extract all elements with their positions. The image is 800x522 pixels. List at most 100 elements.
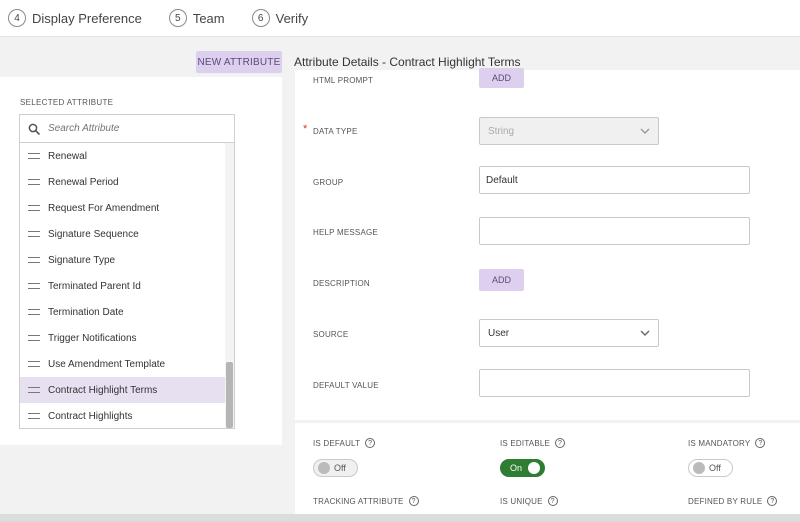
drag-handle-icon[interactable] <box>28 179 40 185</box>
step-verify[interactable]: 6 Verify <box>251 9 309 27</box>
step-display-preference[interactable]: 4 Display Preference <box>8 9 142 27</box>
help-icon[interactable]: ? <box>555 438 566 448</box>
required-marker: * <box>303 123 308 135</box>
attribute-details-form: HTML PROMPT ADD * DATA TYPE String GROUP… <box>295 68 800 420</box>
description-add-button[interactable]: ADD <box>479 269 524 291</box>
chevron-down-icon <box>640 330 650 336</box>
is-unique-label: IS UNIQUE ? <box>500 496 558 506</box>
drag-handle-icon[interactable] <box>28 413 40 419</box>
drag-handle-icon[interactable] <box>28 205 40 211</box>
list-item-label: Signature Type <box>48 254 116 266</box>
search-input[interactable] <box>48 123 208 134</box>
data-type-value: String <box>488 125 515 137</box>
step-label: Verify <box>275 10 309 26</box>
list-item[interactable]: Contract Highlight Terms <box>20 377 234 403</box>
step-team[interactable]: 5 Team <box>168 9 225 27</box>
toggle-knob <box>693 462 705 474</box>
defined-by-rule-text: DEFINED BY RULE <box>688 496 763 506</box>
scroll-thumb[interactable] <box>226 362 233 428</box>
attribute-list: Renewal Renewal Period Request For Amendme… <box>19 114 235 429</box>
step-number: 6 <box>251 9 270 27</box>
list-item-label: Trigger Notifications <box>48 332 137 344</box>
attribute-flags: IS DEFAULT ? Off IS EDITABLE ? On IS MAN… <box>295 423 800 522</box>
is-mandatory-label: IS MANDATORY ? <box>688 438 766 448</box>
toggle-knob <box>528 462 540 474</box>
bottom-scroll-area <box>0 514 800 522</box>
selected-attribute-panel: SELECTED ATTRIBUTE Renewal Renewal Period… <box>0 77 282 445</box>
help-icon[interactable]: ? <box>408 496 419 506</box>
source-value: User <box>488 327 510 339</box>
chevron-down-icon <box>640 128 650 134</box>
list-item-label: Renewal Period <box>48 176 119 188</box>
list-item[interactable]: Termination Date <box>20 299 234 325</box>
tracking-attribute-label: TRACKING ATTRIBUTE ? <box>313 496 419 506</box>
defined-by-rule-label: DEFINED BY RULE ? <box>688 496 778 506</box>
page-title: Attribute Details - Contract Highlight T… <box>294 55 521 69</box>
toggle-state: On <box>509 463 522 473</box>
default-value-input[interactable] <box>479 369 750 397</box>
list-item[interactable]: Contract Highlights <box>20 403 234 428</box>
list-item-label: Renewal <box>48 150 87 162</box>
toggle-state: Off <box>709 463 721 473</box>
help-icon[interactable]: ? <box>547 496 558 506</box>
data-type-label: DATA TYPE <box>313 127 358 136</box>
is-mandatory-text: IS MANDATORY <box>688 438 751 448</box>
list-item[interactable]: Renewal <box>20 143 234 169</box>
help-message-input[interactable] <box>479 217 750 245</box>
new-attribute-button[interactable]: NEW ATTRIBUTE <box>196 51 282 73</box>
help-icon[interactable]: ? <box>767 496 778 506</box>
list-item[interactable]: Terminated Parent Id <box>20 273 234 299</box>
drag-handle-icon[interactable] <box>28 153 40 159</box>
drag-handle-icon[interactable] <box>28 309 40 315</box>
group-value: Default <box>486 174 518 186</box>
group-label: GROUP <box>313 178 344 187</box>
is-default-text: IS DEFAULT <box>313 438 361 448</box>
help-message-label: HELP MESSAGE <box>313 228 378 237</box>
search-icon <box>28 123 40 135</box>
toggle-knob <box>318 462 330 474</box>
tracking-attribute-text: TRACKING ATTRIBUTE <box>313 496 404 506</box>
list-item[interactable]: Signature Type <box>20 247 234 273</box>
wizard-stepper: 4 Display Preference 5 Team 6 Verify <box>0 0 800 37</box>
source-select[interactable]: User <box>479 319 659 347</box>
section-label: SELECTED ATTRIBUTE <box>20 98 114 107</box>
list-scrollbar[interactable] <box>225 143 234 428</box>
help-icon[interactable]: ? <box>365 438 376 448</box>
list-item[interactable]: Request For Amendment <box>20 195 234 221</box>
drag-handle-icon[interactable] <box>28 257 40 263</box>
attribute-items: Renewal Renewal Period Request For Amendme… <box>20 143 234 428</box>
drag-handle-icon[interactable] <box>28 283 40 289</box>
html-prompt-add-button[interactable]: ADD <box>479 68 524 88</box>
group-input[interactable]: Default <box>479 166 750 194</box>
drag-handle-icon[interactable] <box>28 335 40 341</box>
list-item[interactable]: Use Amendment Template <box>20 351 234 377</box>
is-mandatory-toggle[interactable]: Off <box>688 459 733 477</box>
is-editable-label: IS EDITABLE ? <box>500 438 566 448</box>
list-item[interactable]: Signature Sequence <box>20 221 234 247</box>
is-default-label: IS DEFAULT ? <box>313 438 376 448</box>
list-item-label: Request For Amendment <box>48 202 160 214</box>
drag-handle-icon[interactable] <box>28 361 40 367</box>
list-item-label: Contract Highlight Terms <box>48 384 158 396</box>
source-label: SOURCE <box>313 330 349 339</box>
search-row <box>20 115 234 143</box>
list-item-label: Terminated Parent Id <box>48 280 141 292</box>
list-item-label: Termination Date <box>48 306 124 318</box>
toggle-state: Off <box>334 463 346 473</box>
is-editable-toggle[interactable]: On <box>500 459 545 477</box>
description-label: DESCRIPTION <box>313 279 370 288</box>
list-item[interactable]: Trigger Notifications <box>20 325 234 351</box>
is-editable-text: IS EDITABLE <box>500 438 551 448</box>
help-icon[interactable]: ? <box>755 438 766 448</box>
is-default-toggle[interactable]: Off <box>313 459 358 477</box>
list-item[interactable]: Renewal Period <box>20 169 234 195</box>
list-item-label: Signature Sequence <box>48 228 139 240</box>
data-type-select: String <box>479 117 659 145</box>
drag-handle-icon[interactable] <box>28 231 40 237</box>
drag-handle-icon[interactable] <box>28 387 40 393</box>
step-label: Team <box>192 10 225 26</box>
html-prompt-label: HTML PROMPT <box>313 76 374 85</box>
step-number: 4 <box>8 9 26 27</box>
list-item-label: Contract Highlights <box>48 410 133 422</box>
default-value-label: DEFAULT VALUE <box>313 381 379 390</box>
